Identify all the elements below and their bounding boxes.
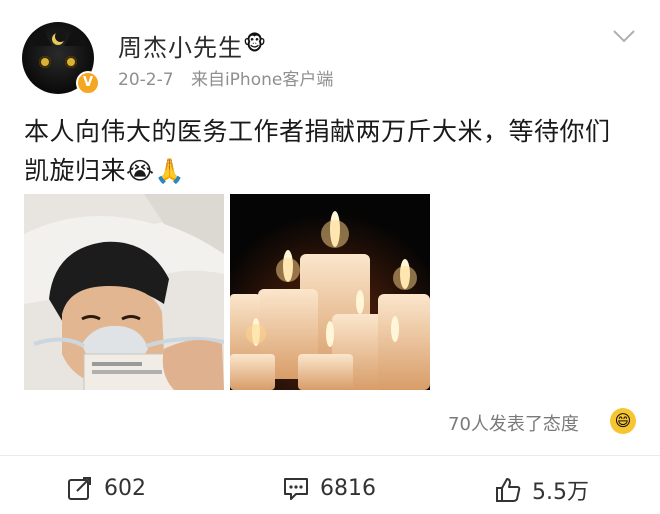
comment-icon: [284, 478, 308, 500]
hospital-selfie-photo[interactable]: [24, 194, 224, 390]
cat-ear-right: [64, 28, 84, 46]
chevron-down-icon[interactable]: [612, 28, 636, 44]
candles-image: [230, 194, 430, 390]
thumbs-up-icon: [496, 478, 521, 502]
comment-count: 6816: [320, 475, 376, 501]
like-count: 5.5万: [532, 480, 589, 505]
post-text-line2: 凯旋归来: [24, 156, 127, 185]
repost-button[interactable]: 602: [66, 474, 146, 502]
comment-button[interactable]: 6816: [282, 474, 376, 502]
moon-icon: [52, 31, 66, 45]
timestamp: 20-2-7: [118, 70, 174, 90]
praying-hands-icon: 🙏: [154, 157, 185, 185]
post-text: 本人向伟大的医务工作者捐献两万斤大米，等待你们 凯旋归来😭🙏: [24, 112, 639, 191]
source-label[interactable]: 来自iPhone客户端: [191, 70, 333, 90]
candles-photo[interactable]: [230, 194, 430, 390]
crying-face-icon: 😭: [126, 157, 155, 185]
post-meta: 20-2-7 来自iPhone客户端: [118, 65, 333, 90]
username[interactable]: 周杰小先生: [118, 28, 243, 63]
repost-count: 602: [104, 475, 146, 501]
post-text-line1: 本人向伟大的医务工作者捐献两万斤大米，等待你们: [24, 117, 611, 146]
cat-eye-left: [39, 56, 51, 68]
hospital-selfie-image: [24, 194, 224, 390]
cat-ear-left: [32, 28, 52, 46]
divider: [0, 455, 660, 456]
verified-v-icon: V: [76, 71, 100, 95]
cat-eye-right: [65, 56, 77, 68]
monkey-face-icon: 🐵: [243, 31, 267, 55]
like-button[interactable]: 5.5万: [494, 474, 589, 506]
repost-icon: [68, 477, 91, 500]
reaction-count[interactable]: 70人发表了态度: [448, 410, 579, 436]
grinning-face-icon[interactable]: 😄: [610, 408, 636, 434]
post-text-line2-wrap: 凯旋归来😭🙏: [24, 151, 639, 191]
